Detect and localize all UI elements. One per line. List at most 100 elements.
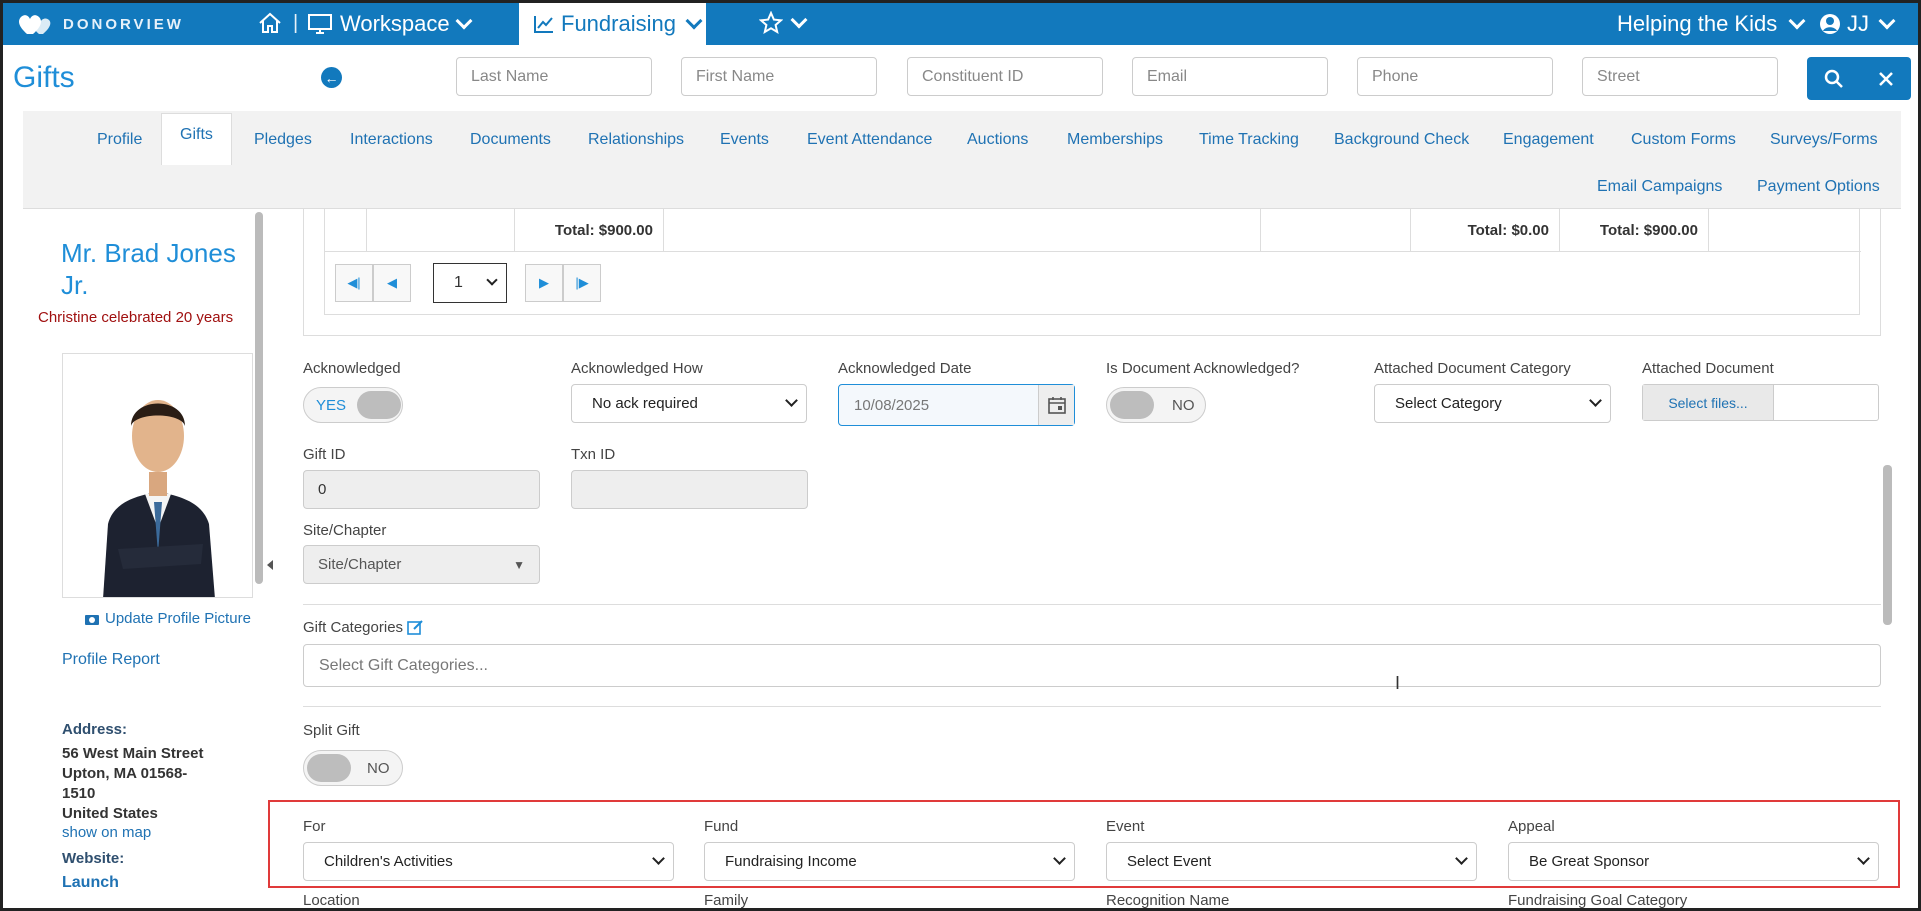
tab-time-tracking[interactable]: Time Tracking	[1199, 131, 1299, 149]
last-page-icon[interactable]: |▶	[563, 264, 601, 302]
tab-custom-forms[interactable]: Custom Forms	[1631, 131, 1736, 149]
tab-profile[interactable]: Profile	[97, 131, 142, 149]
tab-interactions[interactable]: Interactions	[350, 131, 433, 149]
fundraising-menu[interactable]: Fundraising	[519, 3, 706, 45]
tab-documents[interactable]: Documents	[470, 131, 551, 149]
doc-category-label: Attached Document Category	[1374, 360, 1571, 377]
grid-pager: ◀​| ◀ 1 ▶ |▶	[335, 263, 601, 303]
website-launch-link[interactable]: Launch	[62, 874, 119, 892]
tab-engagement[interactable]: Engagement	[1503, 131, 1594, 149]
update-profile-picture-link[interactable]: Update Profile Picture	[85, 610, 251, 627]
ack-date-input[interactable]: 10/08/2025	[838, 384, 1075, 426]
search-icon[interactable]	[1824, 69, 1844, 89]
doc-category-select[interactable]: Select Category	[1374, 384, 1611, 423]
tab-email-campaigns[interactable]: Email Campaigns	[1597, 178, 1722, 196]
tab-background-check[interactable]: Background Check	[1334, 131, 1469, 149]
event-label: Event	[1106, 818, 1145, 835]
search-field[interactable]: Email	[1132, 57, 1328, 96]
calendar-icon[interactable]	[1038, 385, 1074, 425]
camera-icon	[85, 614, 99, 625]
split-gift-toggle[interactable]: NO	[303, 750, 403, 786]
tab-auctions[interactable]: Auctions	[967, 131, 1028, 149]
back-arrow-icon[interactable]: ←	[321, 67, 342, 88]
site-chapter-select[interactable]: Site/Chapter ▼	[303, 545, 540, 584]
address-label: Address:	[62, 721, 128, 738]
user-menu[interactable]: JJ	[1819, 11, 1896, 37]
attached-doc-upload: Select files...	[1642, 384, 1879, 421]
tab-gifts[interactable]: Gifts	[161, 113, 232, 165]
tab-event-attendance[interactable]: Event Attendance	[807, 131, 932, 149]
tab-memberships[interactable]: Memberships	[1067, 131, 1163, 149]
search-button[interactable]	[1807, 57, 1911, 100]
gift-categories-input[interactable]: Select Gift Categories...	[303, 644, 1881, 687]
search-field[interactable]: Last Name	[456, 57, 652, 96]
search-field[interactable]: Street	[1582, 57, 1778, 96]
ack-date-label: Acknowledged Date	[838, 360, 972, 377]
page-select[interactable]: 1	[433, 263, 507, 303]
left-panel-scrollbar[interactable]	[255, 212, 263, 584]
tab-payment-options[interactable]: Payment Options	[1757, 178, 1880, 196]
divider	[303, 706, 1881, 707]
profile-report-link[interactable]: Profile Report	[62, 651, 160, 669]
ack-how-label: Acknowledged How	[571, 360, 703, 377]
appeal-label: Appeal	[1508, 818, 1555, 835]
acknowledged-label: Acknowledged	[303, 360, 401, 377]
tab-pledges[interactable]: Pledges	[254, 131, 312, 149]
total-amount: Total: $900.00	[1560, 208, 1709, 252]
text-cursor-icon: I	[1395, 673, 1401, 693]
toggle-state: NO	[367, 760, 390, 777]
appeal-value: Be Great Sponsor	[1529, 853, 1650, 870]
collapse-panel-icon[interactable]	[267, 560, 273, 570]
search-field[interactable]: First Name	[681, 57, 877, 96]
toggle-knob	[357, 391, 401, 419]
first-page-icon[interactable]: ◀​|	[335, 264, 373, 302]
address-line: Upton, MA 01568-	[62, 765, 188, 782]
constituent-note: Christine celebrated 20 years	[38, 309, 234, 326]
doc-ack-toggle[interactable]: NO	[1106, 387, 1206, 423]
gift-id-field[interactable]: 0	[303, 470, 540, 509]
record-tabs: Profile Gifts Pledges Interactions Documents…	[23, 111, 1901, 209]
appeal-select[interactable]: Be Great Sponsor	[1508, 842, 1879, 881]
total-amount: Total: $0.00	[1411, 208, 1560, 252]
app-logo[interactable]: DONORVIEW	[17, 12, 184, 36]
home-icon[interactable]	[258, 12, 282, 40]
chevron-down-icon	[1857, 852, 1870, 865]
address-line: 1510	[62, 785, 96, 802]
acknowledged-toggle[interactable]: YES	[303, 387, 403, 423]
favorites-menu[interactable]	[759, 11, 808, 35]
address-line: United States	[62, 805, 158, 822]
for-select[interactable]: Children's Activities	[303, 842, 674, 881]
close-icon[interactable]	[1878, 71, 1894, 87]
previous-page-icon[interactable]: ◀	[373, 264, 411, 302]
ack-date-value: 10/08/2025	[854, 396, 930, 414]
website-label: Website:	[62, 850, 125, 867]
doc-category-value: Select Category	[1395, 395, 1502, 412]
organization-menu[interactable]: Helping the Kids	[1617, 11, 1806, 37]
ack-how-select[interactable]: No ack required	[571, 384, 807, 423]
fund-label: Fund	[704, 818, 739, 835]
toggle-knob	[307, 754, 351, 782]
fund-select[interactable]: Fundraising Income	[704, 842, 1075, 881]
family-label: Family	[704, 892, 749, 909]
search-field[interactable]: Phone	[1357, 57, 1553, 96]
tab-relationships[interactable]: Relationships	[588, 131, 684, 149]
chevron-down-icon	[486, 274, 498, 286]
select-files-button[interactable]: Select files...	[1643, 385, 1774, 420]
next-page-icon[interactable]: ▶	[525, 264, 563, 302]
gift-categories-label: Gift Categories	[303, 619, 404, 636]
site-chapter-label: Site/Chapter	[303, 522, 387, 539]
tab-events[interactable]: Events	[720, 131, 769, 149]
tab-surveys-forms[interactable]: Surveys/Forms	[1770, 131, 1878, 149]
show-on-map-link[interactable]: show on map	[62, 824, 151, 841]
gift-categories-label-row: Gift Categories	[303, 619, 424, 636]
workspace-menu[interactable]: Workspace	[308, 11, 473, 37]
address-block: 56 West Main Street Upton, MA 01568- 151…	[62, 744, 252, 824]
divider	[303, 604, 1881, 605]
event-select[interactable]: Select Event	[1106, 842, 1477, 881]
main-scrollbar[interactable]	[1883, 465, 1892, 625]
search-field[interactable]: Constituent ID	[907, 57, 1103, 96]
txn-id-field[interactable]	[571, 470, 808, 509]
chevron-down-icon	[1788, 12, 1806, 30]
edit-icon[interactable]	[407, 619, 424, 636]
toggle-state: YES	[316, 397, 347, 414]
